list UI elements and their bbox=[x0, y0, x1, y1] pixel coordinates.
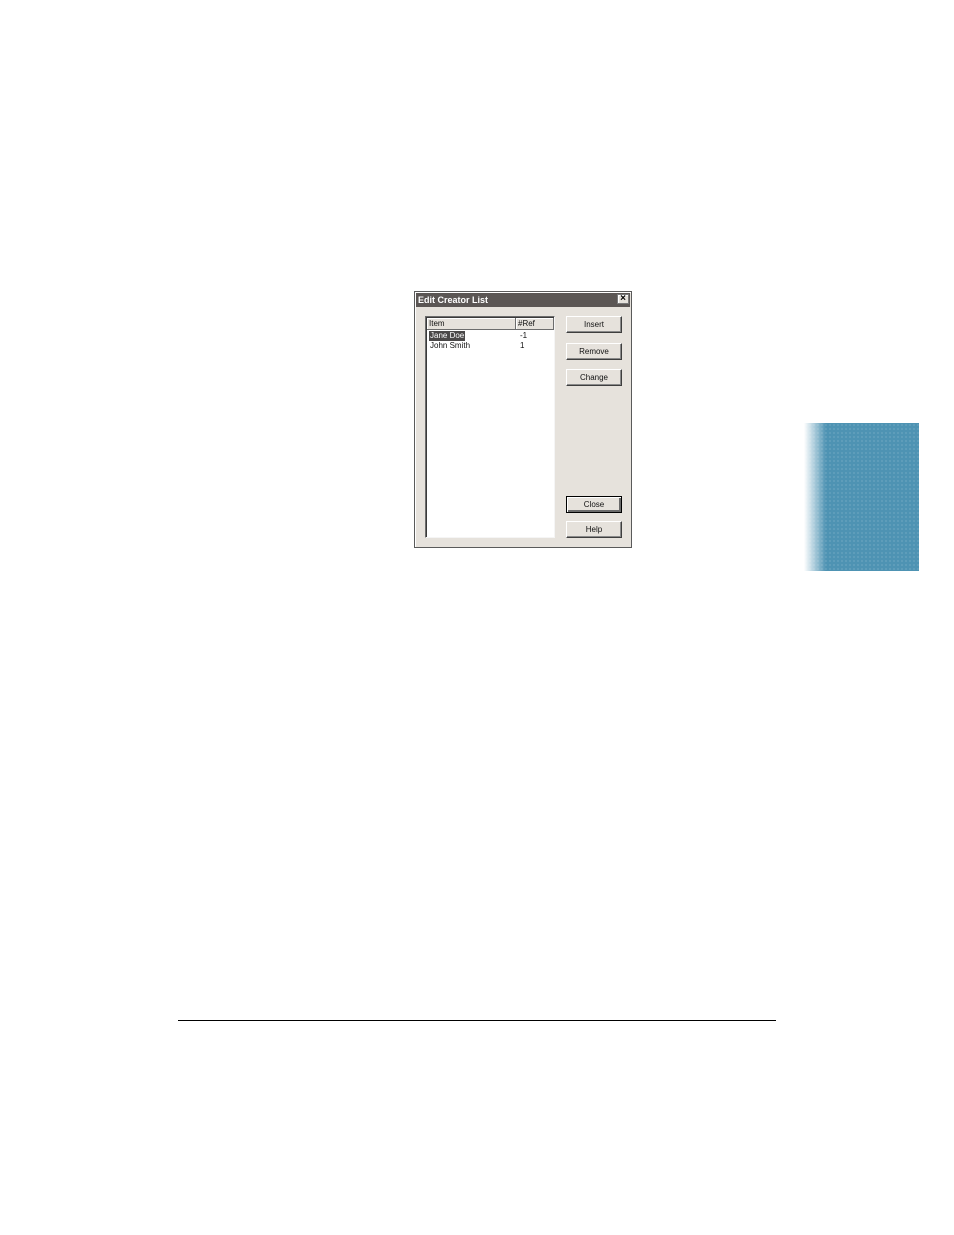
change-button[interactable]: Change bbox=[566, 369, 622, 386]
edit-creator-list-dialog: Edit Creator List × Item #Ref Jane Doe -… bbox=[414, 291, 632, 548]
remove-button[interactable]: Remove bbox=[566, 343, 622, 360]
dialog-title: Edit Creator List bbox=[418, 295, 489, 305]
side-tab-fade bbox=[804, 423, 826, 571]
insert-button[interactable]: Insert bbox=[566, 316, 622, 333]
footer-rule bbox=[178, 1020, 776, 1021]
creator-list-view[interactable]: Item #Ref Jane Doe -1 John Smith 1 bbox=[425, 316, 555, 538]
column-header-ref[interactable]: #Ref bbox=[516, 318, 554, 330]
list-item-ref: -1 bbox=[520, 331, 528, 340]
close-button[interactable]: Close bbox=[566, 496, 622, 513]
close-icon[interactable]: × bbox=[617, 294, 629, 304]
list-item-name: John Smith bbox=[430, 341, 471, 350]
list-item-ref: 1 bbox=[520, 341, 525, 350]
column-header-item[interactable]: Item bbox=[427, 318, 516, 330]
list-header: Item #Ref bbox=[427, 318, 554, 330]
list-rows: Jane Doe -1 John Smith 1 bbox=[427, 331, 554, 351]
dialog-title-bar[interactable]: Edit Creator List bbox=[416, 293, 630, 307]
list-item[interactable]: John Smith 1 bbox=[427, 341, 554, 351]
list-item[interactable]: Jane Doe -1 bbox=[427, 331, 554, 341]
help-button[interactable]: Help bbox=[566, 521, 622, 538]
list-item-name: Jane Doe bbox=[429, 331, 466, 341]
